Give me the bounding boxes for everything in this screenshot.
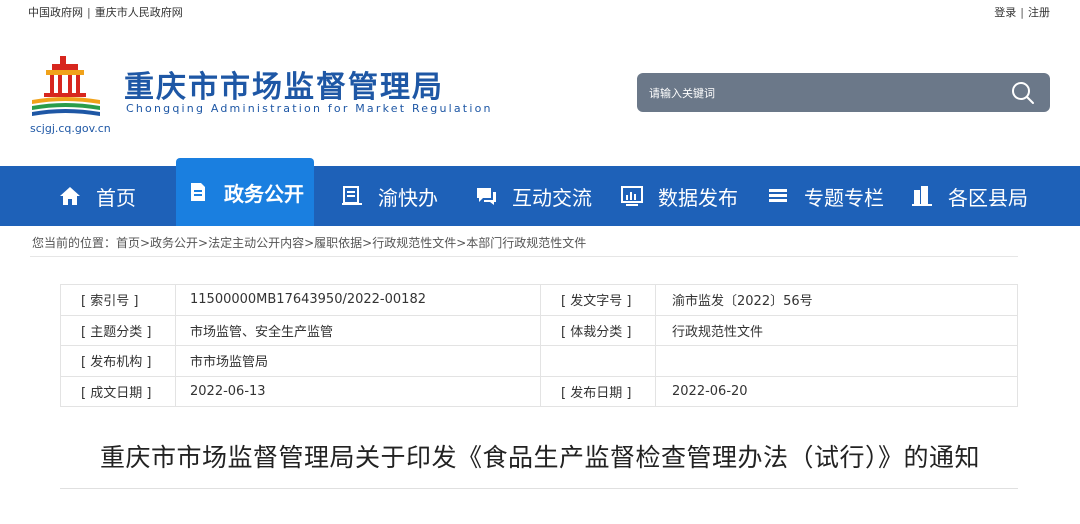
- document-title: 重庆市市场监督管理局关于印发《食品生产监督检查管理办法（试行）》的通知: [99, 443, 980, 472]
- site-logo-icon[interactable]: [30, 52, 120, 132]
- breadcrumb: 您当前的位置：首页>政务公开>法定主动公开内容>履职依据>行政规范性文件>本部门…: [32, 234, 586, 251]
- main-nav: 首页 政务公开 渝快办 互动交流 数据发布 专题专栏 各区县局: [0, 158, 1080, 226]
- meta-value: 2022-06-13: [175, 375, 541, 407]
- meta-value: [655, 345, 1018, 377]
- nav-item-district-bureaus[interactable]: 各区县局: [910, 166, 1028, 226]
- meta-label: [ 发文字号 ]: [540, 284, 656, 316]
- nav-item-label: 互动交流: [512, 185, 592, 210]
- nav-item-special-topics[interactable]: 专题专栏: [766, 166, 884, 226]
- building-icon: [912, 186, 932, 206]
- meta-label: [540, 345, 656, 377]
- meta-label: [ 体裁分类 ]: [540, 314, 656, 346]
- nav-item-label: 各区县局: [948, 185, 1028, 210]
- nav-item-label: 政务公开: [224, 181, 304, 206]
- meta-label: [ 索引号 ]: [60, 284, 176, 316]
- separator: |: [87, 6, 91, 19]
- meta-value: 11500000MB17643950/2022-00182: [175, 284, 541, 316]
- breadcrumb-text[interactable]: 您当前的位置：首页>政务公开>法定主动公开内容>履职依据>行政规范性文件>本部门…: [32, 236, 586, 250]
- meta-value: 市场监管、安全生产监管: [175, 314, 541, 346]
- chat-icon: [477, 188, 496, 205]
- meta-label: [ 主题分类 ]: [60, 314, 176, 346]
- divider: [60, 488, 1018, 489]
- document-metadata-table: [ 索引号 ] 11500000MB17643950/2022-00182 [ …: [60, 284, 1018, 407]
- meta-label: [ 发布日期 ]: [540, 375, 656, 407]
- link-cq-gov[interactable]: 重庆市人民政府网: [95, 6, 183, 19]
- meta-label: [ 发布机构 ]: [60, 345, 176, 377]
- nav-item-label: 首页: [96, 185, 136, 210]
- nav-item-data-release[interactable]: 数据发布: [620, 166, 738, 226]
- external-links: 中国政府网 | 重庆市人民政府网: [28, 4, 183, 20]
- home-icon: [60, 187, 80, 205]
- site-subtitle: Chongqing Administration for Market Regu…: [126, 102, 493, 115]
- site-domain: scjgj.cq.gov.cn: [30, 122, 111, 135]
- meta-label: [ 成文日期 ]: [60, 375, 176, 407]
- list-icon: [769, 189, 787, 202]
- meta-value: 市市场监管局: [175, 345, 541, 377]
- table-row: [ 主题分类 ] 市场监管、安全生产监管 [ 体裁分类 ] 行政规范性文件: [60, 314, 1018, 346]
- separator: |: [1020, 6, 1024, 19]
- nav-item-label: 渝快办: [378, 185, 438, 210]
- table-row: [ 索引号 ] 11500000MB17643950/2022-00182 [ …: [60, 284, 1018, 316]
- login-link[interactable]: 登录: [994, 6, 1016, 19]
- site-title[interactable]: 重庆市市场监督管理局: [124, 62, 444, 106]
- chart-icon: [621, 186, 643, 206]
- meta-value: 2022-06-20: [655, 375, 1018, 407]
- nav-item-label: 专题专栏: [804, 185, 884, 210]
- meta-value: 渝市监发〔2022〕56号: [655, 284, 1018, 316]
- register-link[interactable]: 注册: [1028, 6, 1050, 19]
- top-utility-bar: 中国政府网 | 重庆市人民政府网 登录 | 注册: [0, 0, 1080, 22]
- meta-value: 行政规范性文件: [655, 314, 1018, 346]
- search-bar: [637, 73, 1050, 112]
- document-icon: [191, 183, 205, 201]
- nav-item-yukuaiban[interactable]: 渝快办: [340, 166, 438, 226]
- nav-item-interaction[interactable]: 互动交流: [474, 166, 592, 226]
- table-row: [ 发布机构 ] 市市场监管局: [60, 345, 1018, 377]
- search-input[interactable]: [649, 82, 989, 104]
- nav-item-government-affairs[interactable]: 政务公开: [176, 158, 314, 226]
- table-row: [ 成文日期 ] 2022-06-13 [ 发布日期 ] 2022-06-20: [60, 375, 1018, 407]
- divider: [30, 256, 1018, 257]
- nav-item-home[interactable]: 首页: [58, 166, 136, 226]
- service-icon: [342, 186, 362, 205]
- account-links: 登录 | 注册: [994, 4, 1050, 20]
- link-china-gov[interactable]: 中国政府网: [28, 6, 83, 19]
- nav-item-label: 数据发布: [658, 185, 738, 210]
- search-icon[interactable]: [1010, 80, 1036, 106]
